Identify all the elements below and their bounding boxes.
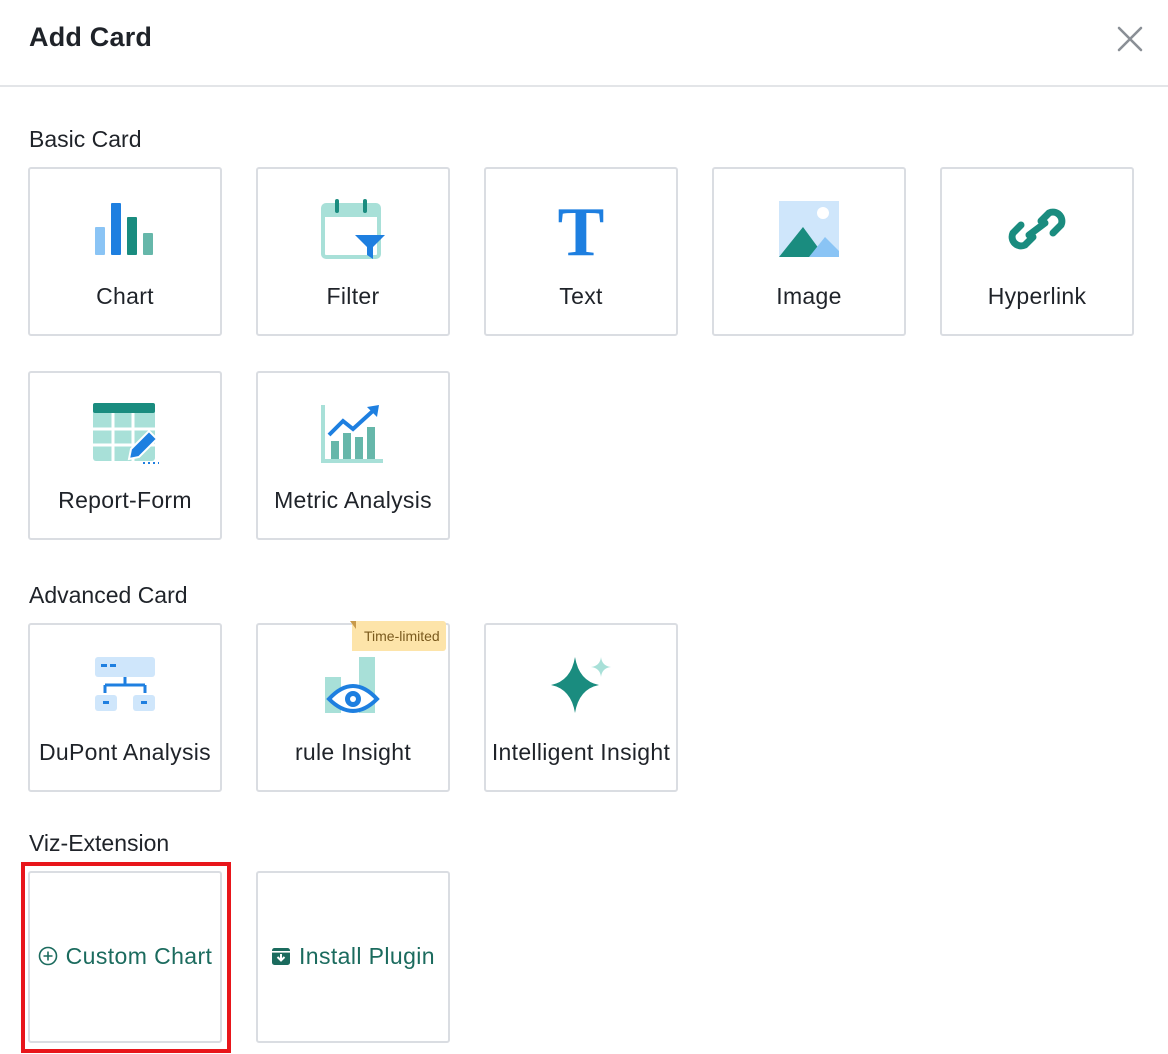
metric-trend-icon xyxy=(321,405,383,463)
time-limited-badge: Time-limited xyxy=(350,621,446,651)
card-label: Hyperlink xyxy=(987,283,1087,309)
section-viz-extension: Viz-Extension xyxy=(29,830,170,856)
calendar-filter-icon xyxy=(321,199,385,259)
card-intelligent-insight[interactable]: Intelligent Insight xyxy=(484,623,678,792)
card-metric-analysis[interactable]: Metric Analysis xyxy=(256,371,450,540)
image-icon xyxy=(779,201,839,257)
card-text[interactable]: T Text xyxy=(484,167,678,336)
card-label: rule Insight xyxy=(294,739,412,765)
sparkle-icon xyxy=(551,657,611,713)
card-label: Image xyxy=(776,283,842,309)
section-basic-card: Basic Card xyxy=(29,126,142,152)
card-label: Metric Analysis xyxy=(274,487,432,513)
card-filter[interactable]: Filter xyxy=(256,167,450,336)
card-label: Report-Form xyxy=(58,487,192,513)
svg-text:T: T xyxy=(558,197,605,261)
eye-insight-icon xyxy=(325,657,380,713)
link-icon xyxy=(1008,208,1066,250)
card-label: DuPont Analysis xyxy=(39,739,211,765)
section-advanced-card: Advanced Card xyxy=(29,582,188,608)
card-label: Intelligent Insight xyxy=(491,739,671,765)
download-box-icon xyxy=(271,948,290,965)
tree-diagram-icon xyxy=(95,657,155,711)
dialog-title: Add Card xyxy=(29,22,153,52)
card-label: Filter xyxy=(326,283,380,309)
text-icon: T xyxy=(558,197,605,261)
card-dupont-analysis[interactable]: DuPont Analysis xyxy=(28,623,222,792)
card-image[interactable]: Image xyxy=(712,167,906,336)
close-icon[interactable] xyxy=(1113,22,1147,56)
card-hyperlink[interactable]: Hyperlink xyxy=(940,167,1134,336)
card-chart[interactable]: Chart xyxy=(28,167,222,336)
card-report-form[interactable]: Report-Form xyxy=(28,371,222,540)
card-label: Text xyxy=(559,283,603,309)
bar-chart-icon xyxy=(95,203,153,255)
install-plugin-row: Install Plugin xyxy=(258,943,448,970)
table-edit-icon xyxy=(93,403,159,464)
card-label: Chart xyxy=(96,283,154,309)
card-rule-insight[interactable]: Time-limited rule Insight xyxy=(256,621,450,792)
card-install-plugin[interactable]: Install Plugin xyxy=(256,871,450,1043)
install-plugin-label: Install Plugin xyxy=(298,943,435,969)
dialog-header: Add Card xyxy=(0,0,1168,87)
highlight-box xyxy=(21,862,231,1053)
